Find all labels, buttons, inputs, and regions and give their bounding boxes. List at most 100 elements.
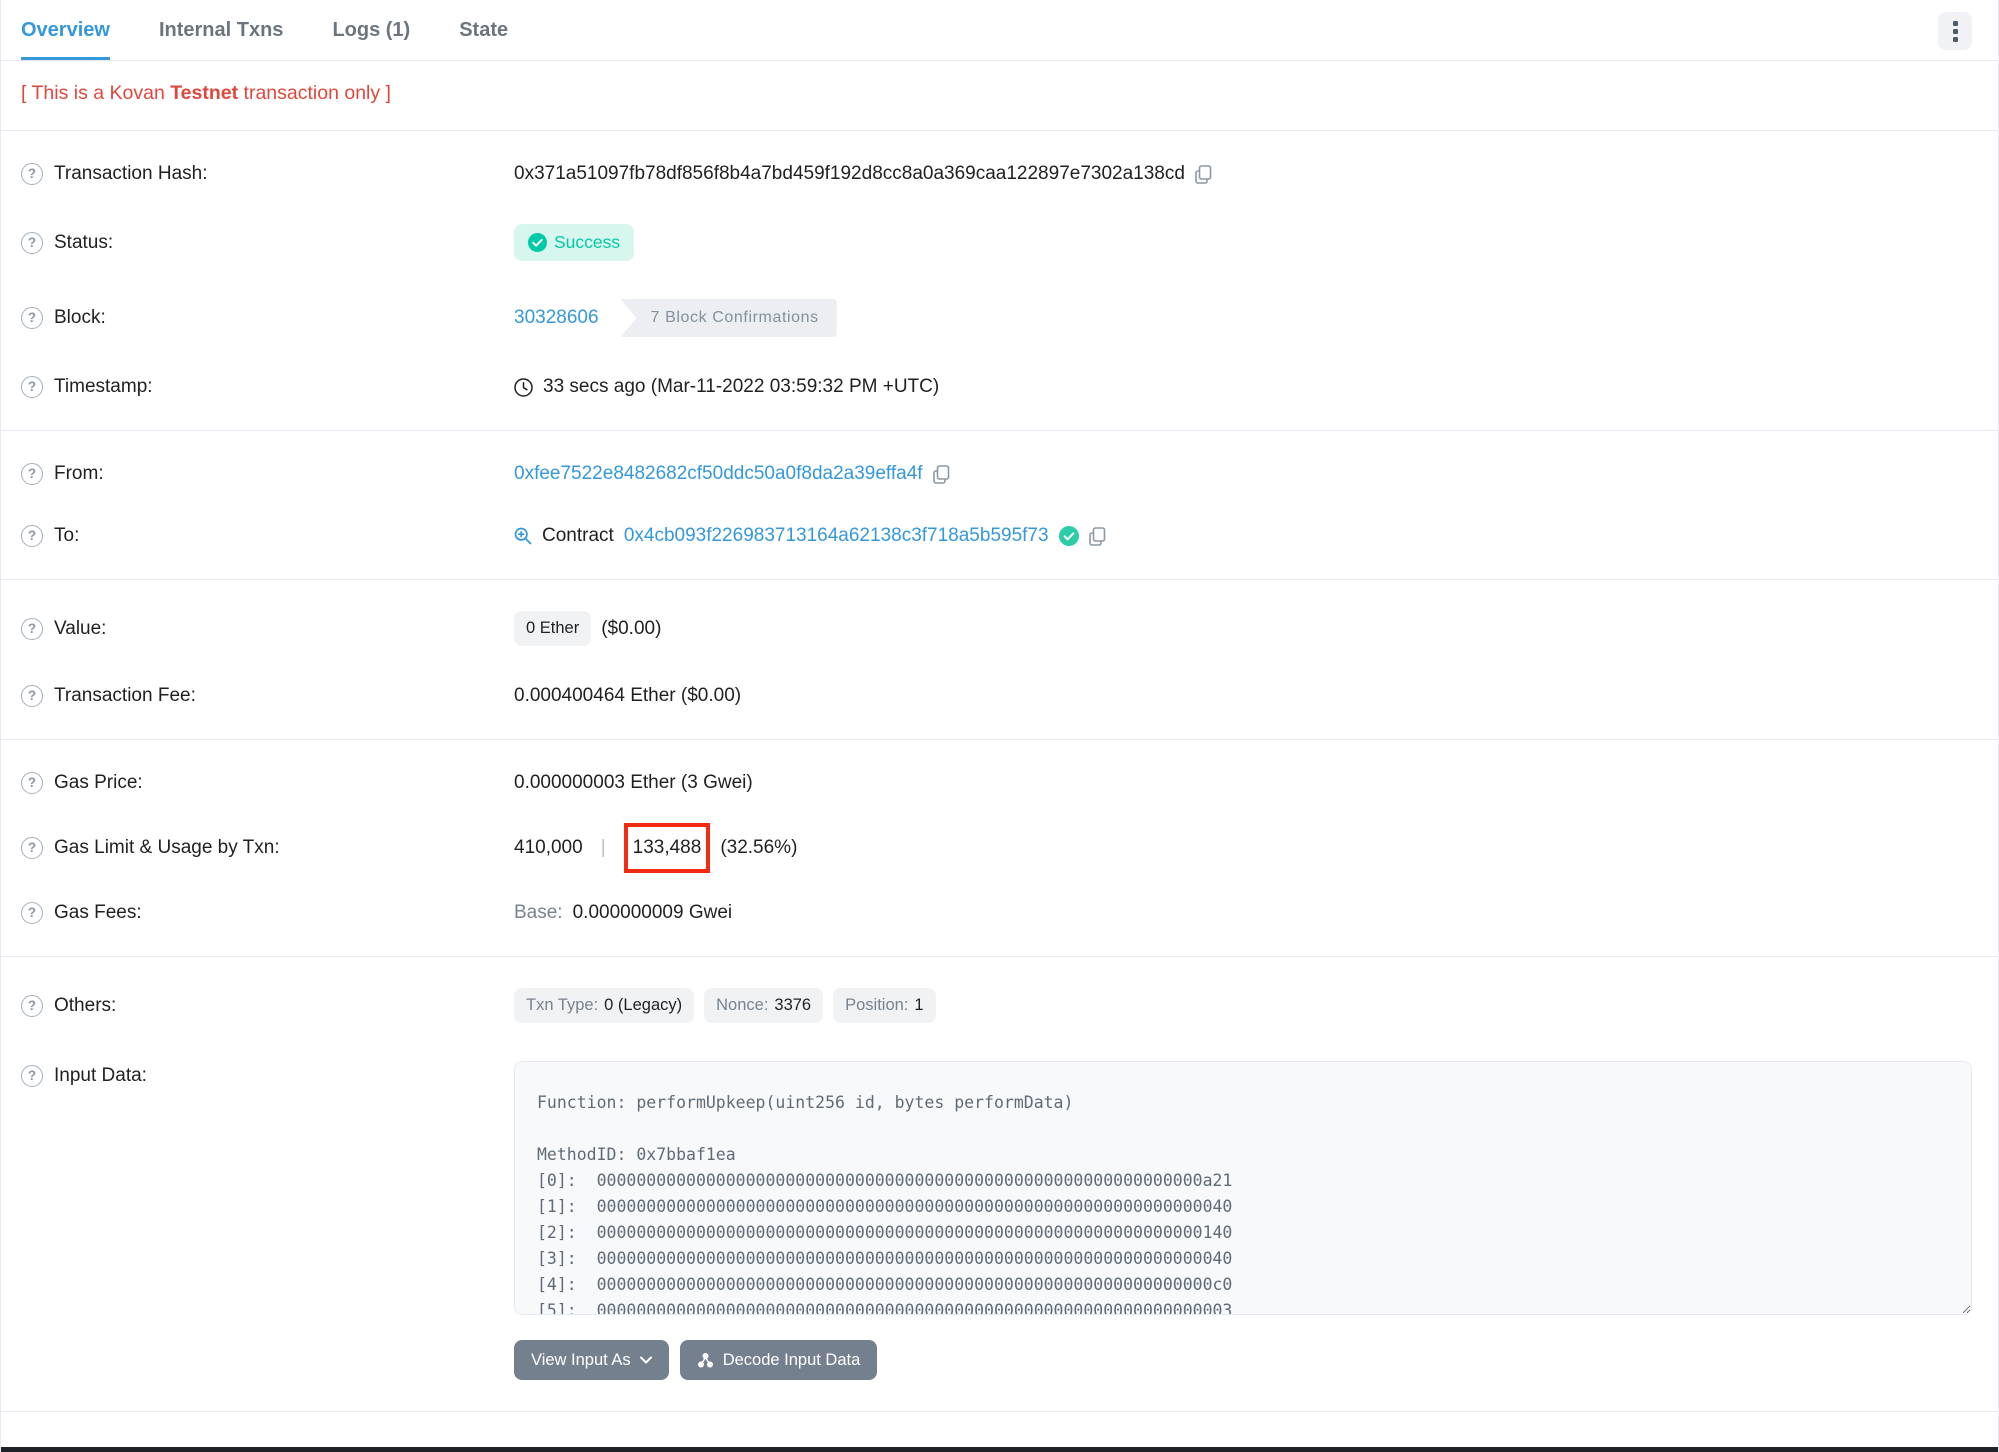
- block-confirmations-badge: 7 Block Confirmations: [620, 299, 837, 337]
- bottom-edge-bar: [1, 1447, 1998, 1452]
- gas-fees-base-value: 0.000000009 Gwei: [572, 902, 733, 923]
- from-label-group: ? From:: [21, 463, 514, 485]
- copy-hash-button[interactable]: [1195, 164, 1212, 184]
- help-icon[interactable]: ?: [21, 376, 43, 398]
- others-label-group: ? Others:: [21, 994, 514, 1017]
- help-icon[interactable]: ?: [21, 525, 43, 547]
- clock-icon: [514, 377, 533, 397]
- tab-logs[interactable]: Logs (1): [332, 0, 410, 60]
- status-label: Status:: [54, 231, 114, 253]
- copy-from-address-button[interactable]: [932, 464, 950, 484]
- annotation-highlight-box: 133,488: [623, 823, 711, 873]
- status-badge: Success: [514, 224, 635, 261]
- help-icon[interactable]: ?: [21, 617, 43, 640]
- help-icon[interactable]: ?: [21, 1065, 43, 1087]
- to-contract-word: Contract: [542, 525, 614, 546]
- others-label: Others:: [54, 994, 117, 1016]
- row-from: ? From: 0xfee7522e8482682cf50ddc50a0f8da…: [21, 443, 1972, 505]
- to-label: To:: [54, 525, 80, 546]
- help-icon[interactable]: ?: [21, 902, 43, 924]
- row-others: ? Others: Txn Type: 0 (Legacy) Nonce: 3376…: [21, 969, 1972, 1042]
- transaction-fee-label: Transaction Fee:: [54, 685, 196, 706]
- transaction-hash-label-group: ? Transaction Hash:: [21, 163, 514, 185]
- to-address-link[interactable]: 0x4cb093f226983713164a62138c3f718a5b595f…: [624, 525, 1049, 547]
- success-check-icon: [528, 233, 547, 252]
- section-overview-top: ? Transaction Hash: 0x371a51097fb78df856…: [1, 131, 1998, 431]
- from-label: From:: [54, 463, 104, 484]
- copy-icon: [932, 464, 950, 484]
- row-block: ? Block: 30328606 7 Block Confirmations: [21, 280, 1972, 356]
- tab-internal-txns[interactable]: Internal Txns: [159, 0, 283, 60]
- gas-used-value: 133,488: [632, 837, 702, 858]
- gas-limit-label: Gas Limit & Usage by Txn:: [54, 837, 280, 858]
- section-value-fee: ? Value: 0 Ether ($0.00) ? Transaction F…: [1, 580, 1998, 740]
- ether-value-badge: 0 Ether: [514, 611, 592, 646]
- testnet-warning: [ This is a Kovan Testnet transaction on…: [21, 82, 391, 104]
- testnet-warning-section: [ This is a Kovan Testnet transaction on…: [1, 61, 1998, 131]
- copy-icon: [1088, 526, 1106, 546]
- help-icon[interactable]: ?: [21, 463, 43, 485]
- row-value: ? Value: 0 Ether ($0.00): [21, 592, 1972, 665]
- input-data-actions: View Input As Decode Input Data: [514, 1340, 1972, 1380]
- view-input-as-button[interactable]: View Input As: [514, 1340, 669, 1380]
- value-usd: ($0.00): [601, 617, 662, 639]
- more-options-button[interactable]: [1938, 12, 1972, 50]
- kebab-menu-icon: [1952, 20, 1958, 42]
- help-icon[interactable]: ?: [21, 837, 43, 859]
- row-gas-limit-usage: ? Gas Limit & Usage by Txn: 410,000 | 13…: [21, 814, 1972, 882]
- row-input-data: ? Input Data: Function: performUpkeep(ui…: [21, 1042, 1972, 1399]
- gas-price-value: 0.000000003 Ether (3 Gwei): [514, 772, 753, 793]
- transaction-fee-value: 0.000400464 Ether ($0.00): [514, 685, 742, 706]
- section-addresses: ? From: 0xfee7522e8482682cf50ddc50a0f8da…: [1, 431, 1998, 580]
- gas-fees-base-label: Base:: [514, 902, 563, 923]
- transaction-hash-label: Transaction Hash:: [54, 163, 208, 184]
- row-timestamp: ? Timestamp: 33 secs ago (Mar-11-2022 03…: [21, 356, 1972, 418]
- section-gas: ? Gas Price: 0.000000003 Ether (3 Gwei) …: [1, 740, 1998, 957]
- help-icon[interactable]: ?: [21, 994, 43, 1017]
- row-to: ? To: Contract 0x4cb093f226983713164a621…: [21, 505, 1972, 567]
- decode-input-data-button[interactable]: Decode Input Data: [679, 1340, 878, 1380]
- row-transaction-hash: ? Transaction Hash: 0x371a51097fb78df856…: [21, 143, 1972, 205]
- block-number-link[interactable]: 30328606: [514, 307, 599, 329]
- help-icon[interactable]: ?: [21, 231, 43, 254]
- row-gas-price: ? Gas Price: 0.000000003 Ether (3 Gwei): [21, 752, 1972, 814]
- status-label-group: ? Status:: [21, 231, 514, 254]
- timestamp-label-group: ? Timestamp:: [21, 376, 514, 398]
- tab-bar: Overview Internal Txns Logs (1) State: [1, 0, 1998, 61]
- input-data-label: Input Data:: [54, 1065, 147, 1086]
- help-icon[interactable]: ?: [21, 685, 43, 707]
- copy-icon: [1195, 164, 1212, 184]
- value-label: Value:: [54, 617, 107, 639]
- value-label-group: ? Value:: [21, 617, 514, 640]
- gas-limit-value: 410,000: [514, 837, 583, 858]
- timestamp-label: Timestamp:: [54, 376, 153, 397]
- footer-spacer: [1, 1412, 1998, 1446]
- timestamp-value: 33 secs ago (Mar-11-2022 03:59:32 PM +UT…: [543, 376, 940, 397]
- from-address-link[interactable]: 0xfee7522e8482682cf50ddc50a0f8da2a39effa…: [514, 463, 923, 485]
- block-label-group: ? Block:: [21, 307, 514, 329]
- to-label-group: ? To:: [21, 525, 514, 547]
- gas-fees-label-group: ? Gas Fees:: [21, 902, 514, 924]
- position-badge: Position: 1: [833, 988, 936, 1023]
- help-icon[interactable]: ?: [21, 772, 43, 794]
- input-data-textarea[interactable]: Function: performUpkeep(uint256 id, byte…: [514, 1061, 1972, 1315]
- row-transaction-fee: ? Transaction Fee: 0.000400464 Ether ($0…: [21, 665, 1972, 727]
- decode-icon: [697, 1352, 714, 1369]
- transaction-hash-value: 0x371a51097fb78df856f8b4a7bd459f192d8cc8…: [514, 163, 1185, 184]
- help-icon[interactable]: ?: [21, 163, 43, 185]
- row-status: ? Status: Success: [21, 205, 1972, 280]
- zoom-in-icon[interactable]: [514, 527, 532, 545]
- section-others-input: ? Others: Txn Type: 0 (Legacy) Nonce: 3376…: [1, 957, 1998, 1412]
- gas-limit-label-group: ? Gas Limit & Usage by Txn:: [21, 837, 514, 859]
- tab-state[interactable]: State: [459, 0, 508, 60]
- copy-to-address-button[interactable]: [1088, 526, 1106, 546]
- transaction-fee-label-group: ? Transaction Fee:: [21, 685, 514, 707]
- tab-overview[interactable]: Overview: [21, 0, 110, 60]
- gas-used-percent: (32.56%): [720, 837, 798, 858]
- gas-fees-label: Gas Fees:: [54, 902, 142, 923]
- chevron-down-icon: [639, 1356, 652, 1364]
- input-data-label-group: ? Input Data:: [21, 1061, 514, 1087]
- gas-limit-separator: |: [600, 837, 606, 858]
- verified-contract-icon: [1058, 526, 1079, 546]
- help-icon[interactable]: ?: [21, 307, 43, 329]
